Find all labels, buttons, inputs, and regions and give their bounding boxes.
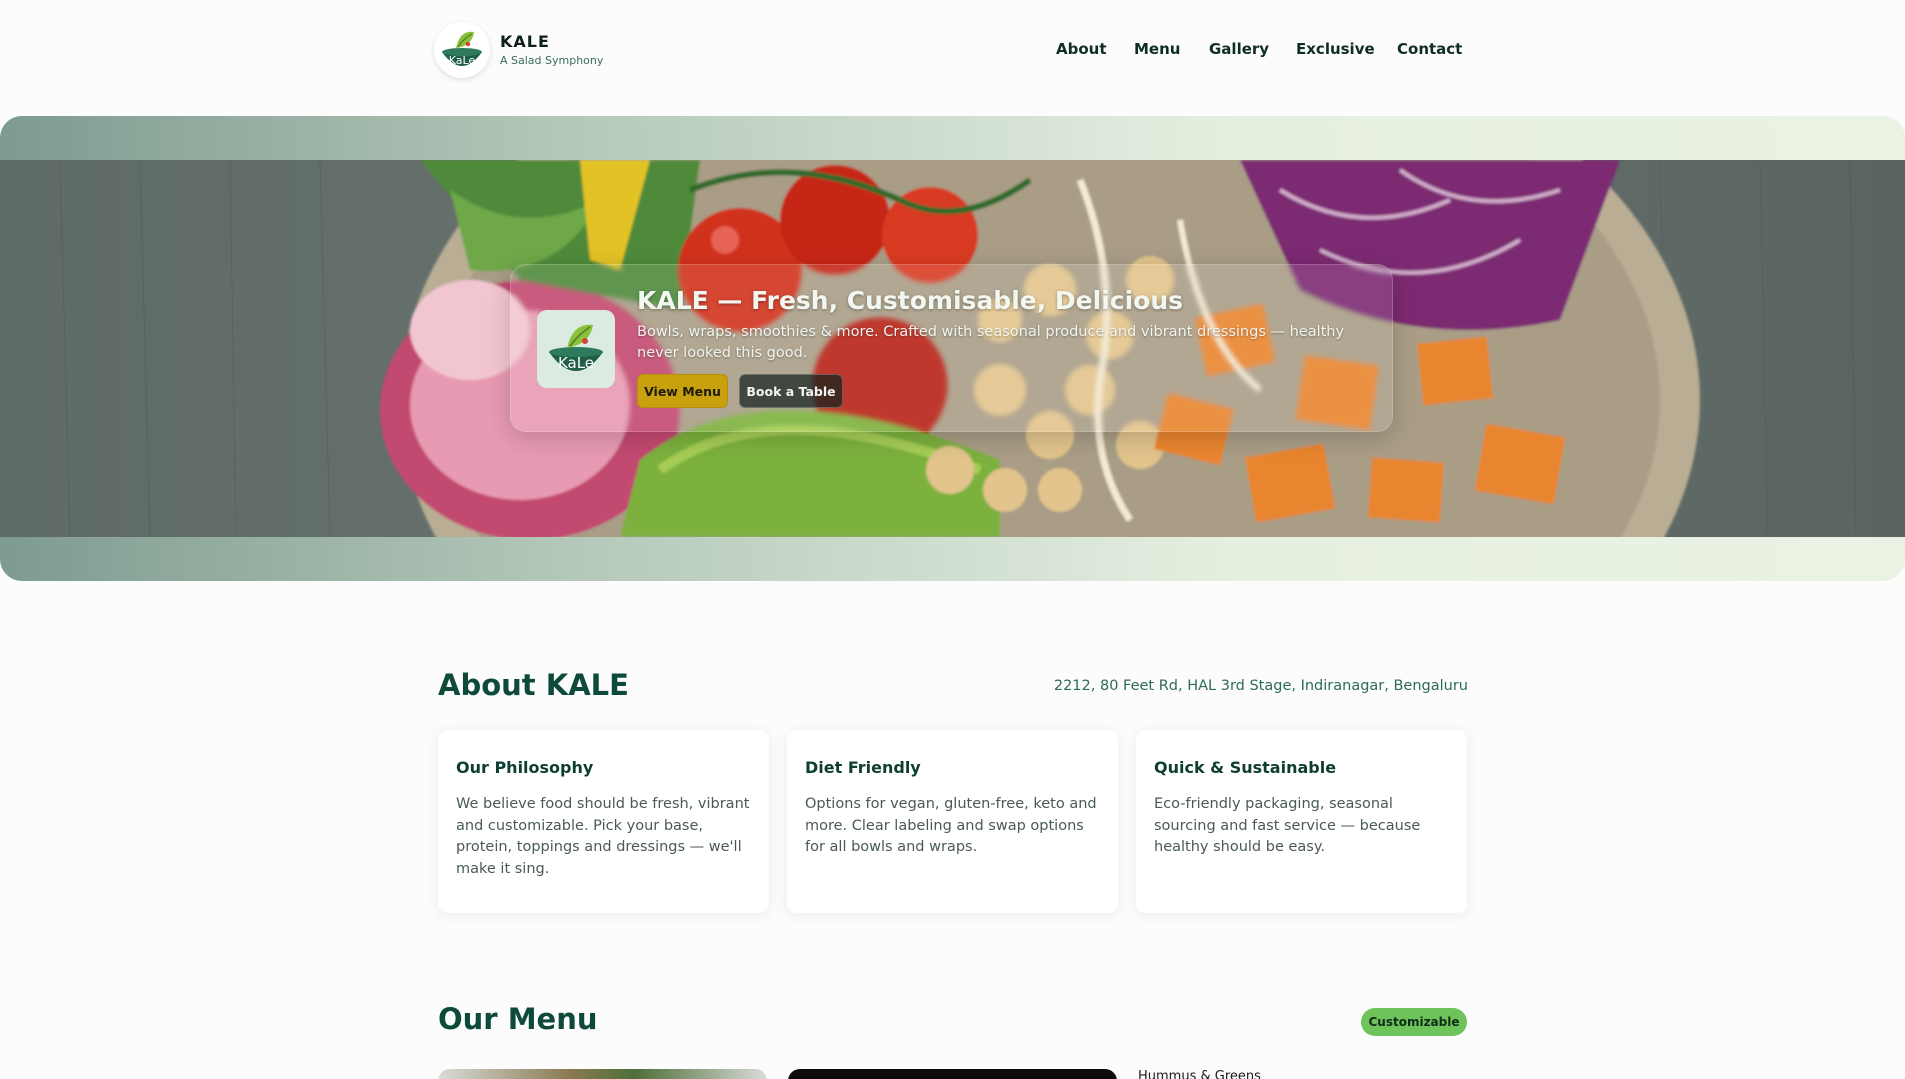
card-text: Eco-friendly packaging, seasonal sourcin…: [1154, 796, 1421, 855]
nav-menu[interactable]: Menu: [1134, 40, 1180, 58]
card-quick-sustainable: Quick & Sustainable Eco-friendly packagi…: [1136, 730, 1467, 913]
hero-logo-wordmark: KaLe: [558, 354, 594, 372]
nav-about[interactable]: About: [1056, 40, 1107, 58]
about-title: About KALE: [438, 668, 629, 702]
menu-title: Our Menu: [438, 1002, 598, 1036]
nav-contact[interactable]: Contact: [1397, 40, 1462, 58]
logo-wordmark: KaLe: [449, 54, 476, 67]
card-text: Options for vegan, gluten-free, keto and…: [805, 796, 1097, 855]
hero-title: KALE — Fresh, Customisable, Delicious: [637, 286, 1184, 315]
site-header: KaLe KALE A Salad Symphony About Menu Ga…: [0, 0, 1905, 100]
card-title: Diet Friendly: [805, 758, 921, 777]
menu-item-image[interactable]: [788, 1069, 1117, 1079]
brand-name[interactable]: KALE: [500, 32, 550, 51]
brand-tagline: A Salad Symphony: [500, 54, 604, 67]
nav-gallery[interactable]: Gallery: [1209, 40, 1269, 58]
menu-item-image[interactable]: [438, 1069, 767, 1079]
card-title: Our Philosophy: [456, 758, 594, 777]
customizable-badge: Customizable: [1361, 1008, 1467, 1036]
book-table-button[interactable]: Book a Table: [739, 374, 843, 408]
nav-exclusive[interactable]: Exclusive: [1296, 40, 1375, 58]
menu-item-broken-image[interactable]: Hummus & Greens: [1138, 1069, 1261, 1079]
hero-subtitle: Bowls, wraps, smoothies & more. Crafted …: [637, 324, 1345, 361]
card-diet-friendly: Diet Friendly Options for vegan, gluten-…: [787, 730, 1118, 913]
hero-logo-icon: KaLe: [537, 310, 615, 388]
brand-logo[interactable]: KaLe: [434, 22, 490, 78]
view-menu-button[interactable]: View Menu: [637, 374, 728, 408]
card-title: Quick & Sustainable: [1154, 758, 1337, 777]
card-text: We believe food should be fresh, vibrant…: [456, 796, 750, 877]
card-philosophy: Our Philosophy We believe food should be…: [438, 730, 769, 913]
address-text: 2212, 80 Feet Rd, HAL 3rd Stage, Indiran…: [1053, 678, 1468, 694]
